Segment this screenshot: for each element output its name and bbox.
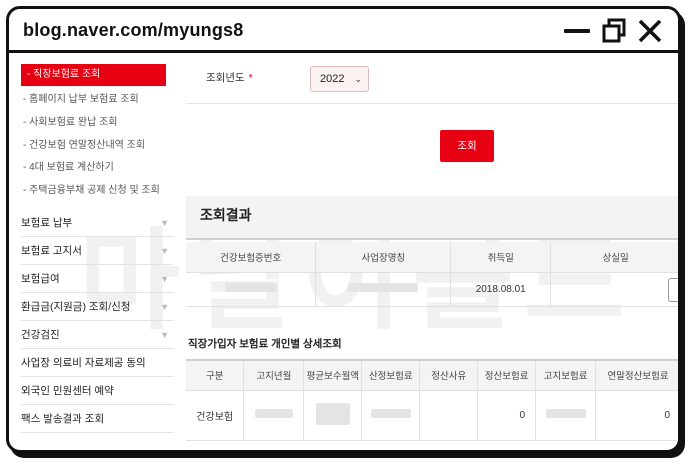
main-panel: 조회년도 * 2022 ⌄ 조회 조회결과 건강보험증번호 사업장명칭 취득일 상… — [186, 56, 678, 450]
masked-cell — [315, 272, 452, 307]
masked-cell — [243, 390, 305, 441]
required-mark: * — [248, 72, 253, 84]
acquired-date-cell: 2018.08.01 — [450, 272, 552, 307]
column-header: 평균보수월액 — [303, 360, 363, 391]
sidebar-menu-label: 보험료 납부 — [21, 217, 73, 229]
browser-window: blog.naver.com/myungs8 마닐이를드 - 직장보험료 조회 … — [6, 6, 681, 453]
sidebar-sub-item[interactable]: - 건강보험 연말정산내역 조회 — [23, 136, 145, 156]
category-cell: 건강보험 — [186, 390, 245, 441]
sidebar-menu-label: 외국인 민원센터 예약 — [21, 385, 114, 397]
chevron-down-icon: ▼ — [160, 302, 169, 312]
filter-row: 조회년도 * 2022 ⌄ — [186, 56, 678, 104]
sidebar-menu-label: 보험료 고지서 — [21, 245, 82, 257]
chevron-down-icon: ▼ — [160, 218, 169, 228]
masked-cell — [303, 390, 363, 441]
minimize-icon[interactable] — [562, 17, 592, 45]
result-title: 조회결과 — [200, 207, 252, 223]
sidebar-menu-fax-result[interactable]: 팩스 발송결과 조회 — [21, 405, 173, 433]
sidebar-menu-label: 사업장 의료비 자료제공 동의 — [21, 357, 146, 369]
sidebar-sub-item-active[interactable]: - 직장보험료 조회 — [21, 64, 166, 86]
column-header: 고지보험료 — [535, 360, 597, 391]
column-header: 산정보험료 — [361, 360, 421, 391]
sidebar-menu-label: 보험급여 — [21, 273, 60, 285]
sidebar-sub-item[interactable]: - 홈페이지 납부 보험료 조회 — [23, 90, 139, 110]
column-header: 구분 — [186, 360, 245, 391]
maximize-icon[interactable] — [599, 17, 629, 45]
masked-cell — [361, 390, 421, 441]
settlement-reason-cell — [419, 390, 479, 441]
column-header: 상실일 — [550, 242, 678, 273]
sidebar-menu-checkup[interactable]: 건강검진 ▼ — [21, 321, 173, 349]
masked-cell — [535, 390, 597, 441]
sidebar-sub-item[interactable]: - 사회보험료 완납 조회 — [23, 113, 117, 133]
row-action-button[interactable] — [668, 278, 678, 302]
close-icon[interactable] — [635, 17, 665, 45]
column-header: 고지년월 — [243, 360, 305, 391]
sidebar-menu-payment[interactable]: 보험료 납부 ▼ — [21, 209, 173, 237]
sidebar-menu-label: 환급금(지원금) 조회/신청 — [21, 301, 131, 313]
column-header: 연말정산보험료 — [595, 360, 678, 391]
settlement-premium-cell: 0 — [477, 390, 537, 441]
detail-table: 구분 고지년월 평균보수월액 산정보험료 정산사유 정산보험료 고지보험료 연말… — [186, 359, 678, 441]
chevron-down-icon: ▼ — [160, 274, 169, 284]
lost-date-cell — [550, 272, 678, 307]
url-text[interactable]: blog.naver.com/myungs8 — [23, 20, 243, 41]
column-header: 취득일 — [450, 242, 552, 273]
sidebar-menu-refund[interactable]: 환급금(지원금) 조회/신청 ▼ — [21, 293, 173, 321]
search-button[interactable]: 조회 — [440, 130, 494, 162]
result-header: 조회결과 — [186, 196, 678, 240]
sidebar-sub-item[interactable]: - 주택금융부채 공제 신청 및 조회 — [23, 181, 160, 201]
table-header-row: 구분 고지년월 평균보수월액 산정보험료 정산사유 정산보험료 고지보험료 연말… — [186, 360, 678, 391]
sidebar-sub-item[interactable]: - 4대 보험료 계산하기 — [23, 158, 114, 178]
sidebar-menu-label: 건강검진 — [21, 329, 60, 341]
table-header-row: 건강보험증번호 사업장명칭 취득일 상실일 — [186, 242, 678, 273]
masked-cell — [186, 272, 317, 307]
year-label: 조회년도 * — [206, 72, 253, 84]
sidebar-menu-foreigner-center[interactable]: 외국인 민원센터 예약 — [21, 377, 173, 405]
browser-title-bar: blog.naver.com/myungs8 — [9, 9, 678, 53]
sidebar: - 직장보험료 조회 - 홈페이지 납부 보험료 조회 - 사회보험료 완납 조… — [9, 56, 174, 450]
column-header: 사업장명칭 — [315, 242, 452, 273]
chevron-down-icon: ▼ — [160, 330, 169, 340]
year-select-value: 2022 — [320, 73, 345, 85]
year-select[interactable]: 2022 ⌄ — [310, 66, 369, 92]
sidebar-menu-medical-consent[interactable]: 사업장 의료비 자료제공 동의 — [21, 349, 173, 377]
sidebar-menu-notice[interactable]: 보험료 고지서 ▼ — [21, 237, 173, 265]
page-content: 마닐이를드 - 직장보험료 조회 - 홈페이지 납부 보험료 조회 - 사회보험… — [9, 56, 678, 450]
detail-title: 직장가입자 보험료 개인별 상세조회 — [188, 338, 342, 350]
column-header: 정산보험료 — [477, 360, 537, 391]
table-row[interactable]: 건강보험 0 0 — [186, 390, 678, 441]
result-table: 건강보험증번호 사업장명칭 취득일 상실일 2018.08.01 — [186, 242, 678, 307]
column-header: 정산사유 — [419, 360, 479, 391]
column-header: 건강보험증번호 — [186, 242, 317, 273]
sidebar-menu-benefit[interactable]: 보험급여 ▼ — [21, 265, 173, 293]
year-end-premium-cell: 0 — [595, 390, 678, 441]
chevron-down-icon: ⌄ — [354, 74, 362, 84]
table-row[interactable]: 2018.08.01 — [186, 272, 678, 307]
sidebar-menu-label: 팩스 발송결과 조회 — [21, 413, 105, 425]
chevron-down-icon: ▼ — [160, 246, 169, 256]
